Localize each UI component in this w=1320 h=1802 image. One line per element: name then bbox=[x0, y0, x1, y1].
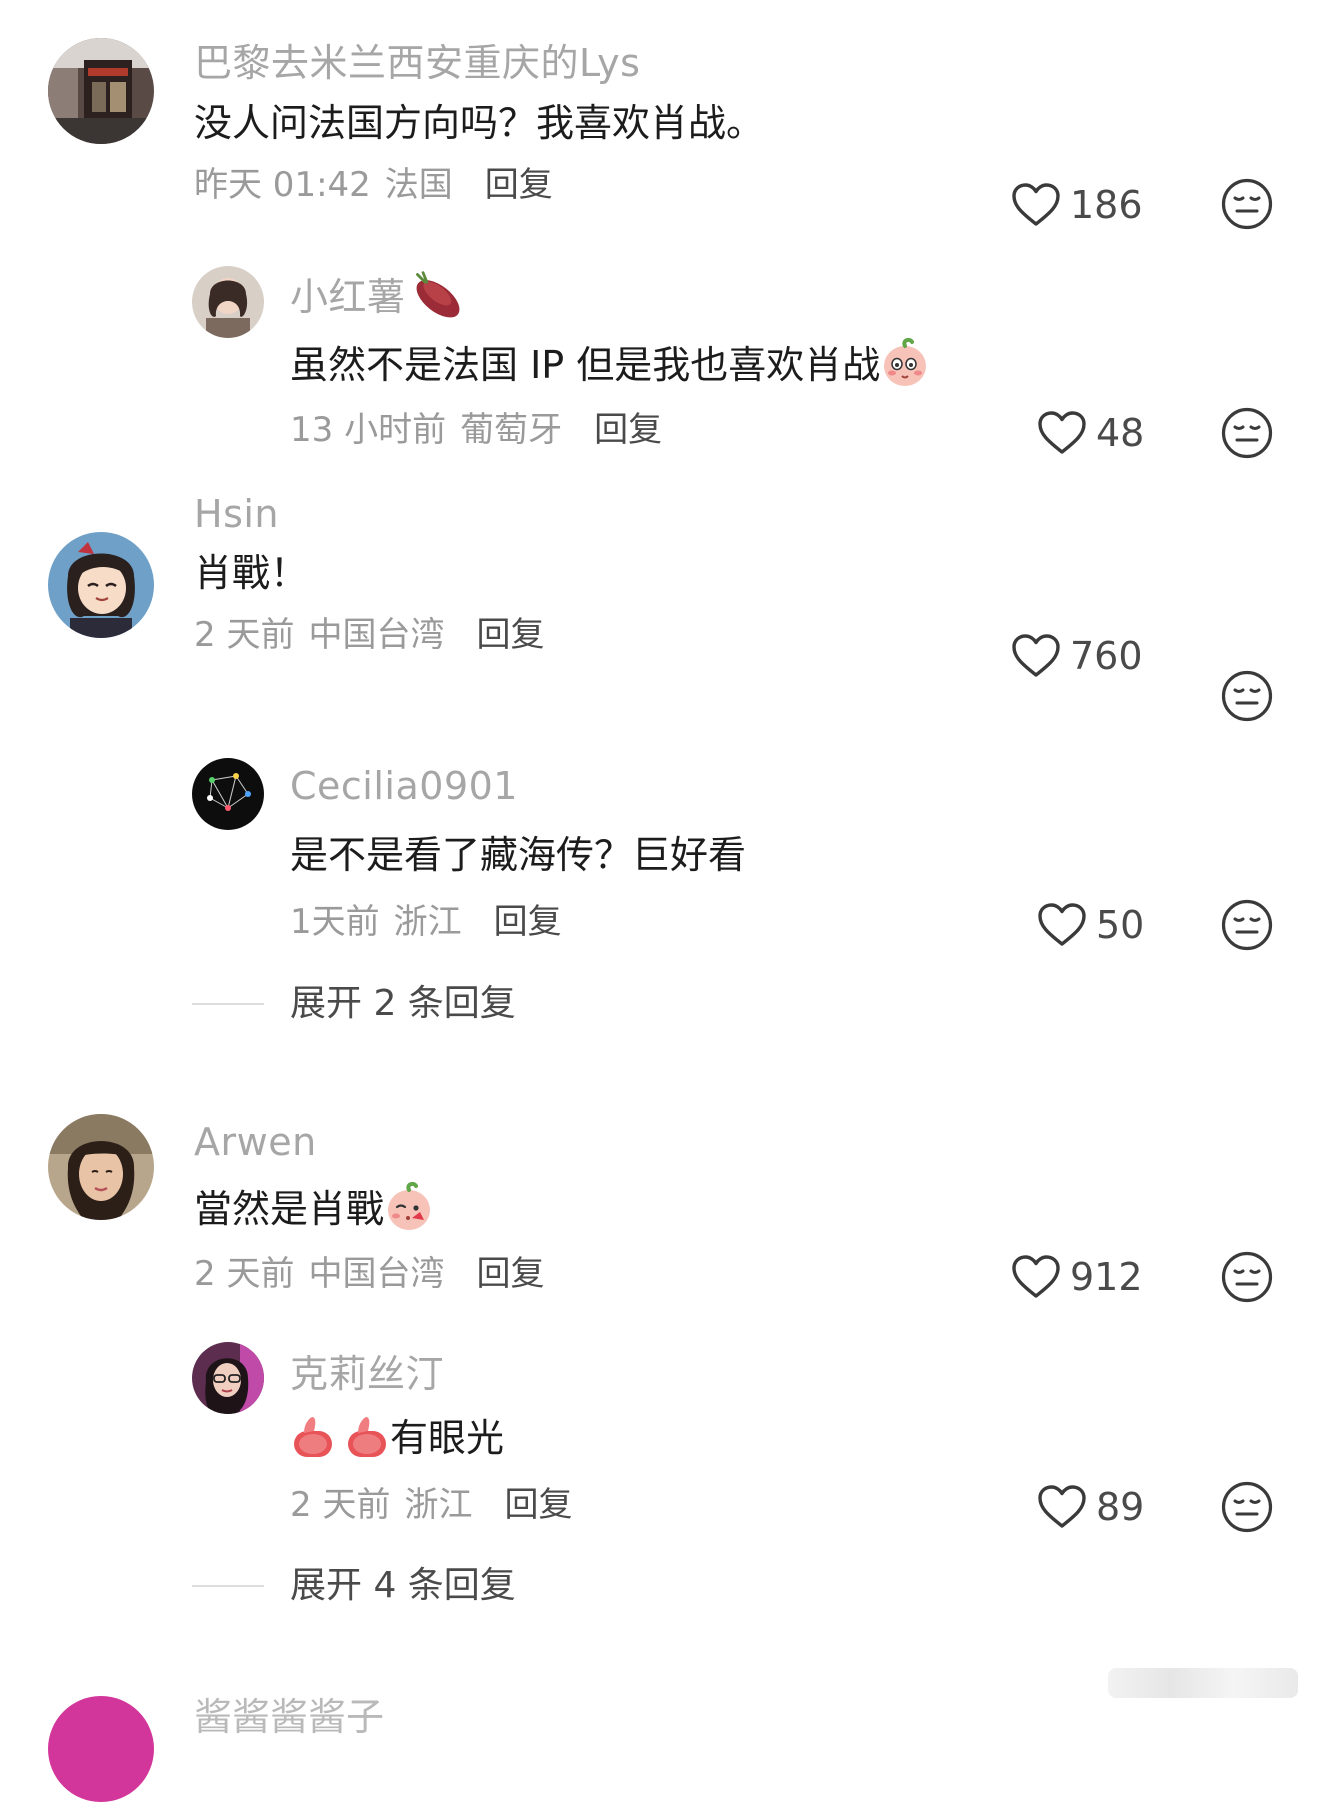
username[interactable]: 小红薯 bbox=[290, 270, 466, 322]
like-button[interactable]: 48 bbox=[1036, 410, 1144, 456]
expand-replies-label: 展开 4 条回复 bbox=[290, 1565, 516, 1606]
username[interactable]: 克莉丝汀 bbox=[290, 1351, 444, 1397]
dislike-button[interactable] bbox=[1220, 1250, 1274, 1304]
like-button[interactable]: 760 bbox=[1010, 633, 1143, 679]
expand-replies-button[interactable]: 展开 2 条回复 bbox=[192, 982, 516, 1026]
comment-meta: 昨天 01:42 法国 回复 bbox=[194, 163, 553, 207]
username[interactable]: Hsin bbox=[194, 491, 279, 537]
reply-button[interactable]: 回复 bbox=[504, 1485, 572, 1525]
meh-face-icon bbox=[1220, 406, 1274, 460]
timestamp: 昨天 01:42 bbox=[194, 165, 371, 205]
reply-meta: 13 小时前 葡萄牙 回复 bbox=[290, 408, 662, 452]
like-button[interactable]: 186 bbox=[1010, 182, 1143, 228]
avatar[interactable] bbox=[48, 38, 154, 144]
like-count: 48 bbox=[1096, 411, 1145, 455]
expand-replies-label: 展开 2 条回复 bbox=[290, 983, 516, 1024]
ip-location: 中国台湾 bbox=[308, 615, 445, 655]
timestamp: 2 天前 bbox=[290, 1485, 391, 1525]
heart-icon bbox=[1010, 182, 1062, 228]
comment-meta: 2 天前 中国台湾 回复 bbox=[194, 1252, 544, 1296]
avatar[interactable] bbox=[48, 1696, 154, 1802]
heart-icon bbox=[1036, 1484, 1088, 1530]
dislike-button[interactable] bbox=[1220, 177, 1274, 231]
username[interactable]: 酱酱酱酱子 bbox=[194, 1694, 384, 1740]
timestamp: 13 小时前 bbox=[290, 410, 447, 450]
thumbs-up-emoji bbox=[290, 1413, 336, 1461]
heart-icon bbox=[1036, 902, 1088, 948]
reply-button[interactable]: 回复 bbox=[476, 615, 544, 655]
heart-icon bbox=[1036, 410, 1088, 456]
avatar[interactable] bbox=[192, 1342, 264, 1414]
ip-location: 浙江 bbox=[404, 1485, 473, 1525]
peach-blush-emoji bbox=[880, 336, 930, 388]
like-count: 50 bbox=[1096, 903, 1145, 947]
reply-button[interactable]: 回复 bbox=[594, 410, 662, 450]
heart-icon bbox=[1010, 1254, 1062, 1300]
timestamp: 2 天前 bbox=[194, 615, 295, 655]
like-button[interactable]: 50 bbox=[1036, 902, 1144, 948]
like-count: 760 bbox=[1070, 634, 1143, 678]
expand-replies-button[interactable]: 展开 4 条回复 bbox=[192, 1564, 516, 1608]
like-count: 89 bbox=[1096, 1485, 1145, 1529]
reply-button[interactable]: 回复 bbox=[485, 165, 553, 205]
ip-location: 葡萄牙 bbox=[460, 410, 563, 450]
meh-face-icon bbox=[1220, 1480, 1274, 1534]
divider bbox=[192, 1585, 264, 1587]
reply-meta: 1天前 浙江 回复 bbox=[290, 900, 562, 944]
dislike-button[interactable] bbox=[1220, 898, 1274, 952]
meh-face-icon bbox=[1220, 177, 1274, 231]
ip-location: 浙江 bbox=[393, 902, 462, 942]
avatar[interactable] bbox=[192, 758, 264, 830]
dislike-button[interactable] bbox=[1220, 406, 1274, 460]
meh-face-icon bbox=[1220, 898, 1274, 952]
reply-text: 是不是看了藏海传？巨好看 bbox=[290, 833, 747, 877]
username[interactable]: Arwen bbox=[194, 1119, 317, 1165]
like-count: 186 bbox=[1070, 183, 1143, 227]
meh-face-icon bbox=[1220, 669, 1274, 723]
like-count: 912 bbox=[1070, 1255, 1143, 1299]
like-button[interactable]: 89 bbox=[1036, 1484, 1144, 1530]
ip-location: 中国台湾 bbox=[308, 1254, 445, 1294]
comment-text: 没人问法国方向吗？我喜欢肖战。 bbox=[194, 101, 765, 145]
divider bbox=[192, 1003, 264, 1005]
comment-text: 肖戰！ bbox=[194, 551, 309, 595]
comment-meta: 2 天前 中国台湾 回复 bbox=[194, 613, 544, 657]
avatar[interactable] bbox=[48, 1114, 154, 1220]
heart-icon bbox=[1010, 633, 1062, 679]
username[interactable]: Cecilia0901 bbox=[290, 763, 518, 809]
timestamp: 2 天前 bbox=[194, 1254, 295, 1294]
timestamp: 1天前 bbox=[290, 902, 380, 942]
reply-text: 有眼光 bbox=[290, 1413, 504, 1462]
avatar[interactable] bbox=[48, 532, 154, 638]
reply-text: 虽然不是法国 IP 但是我也喜欢肖战 bbox=[290, 336, 930, 389]
reply-meta: 2 天前 浙江 回复 bbox=[290, 1483, 572, 1527]
dislike-button[interactable] bbox=[1220, 1480, 1274, 1534]
comment-text: 當然是肖戰 bbox=[194, 1180, 434, 1233]
dislike-button[interactable] bbox=[1220, 669, 1274, 723]
peach-kiss-emoji bbox=[384, 1180, 434, 1232]
reply-button[interactable]: 回复 bbox=[476, 1254, 544, 1294]
scroll-indicator bbox=[1108, 1668, 1298, 1698]
username[interactable]: 巴黎去米兰西安重庆的Lys bbox=[194, 40, 640, 86]
thumbs-up-emoji bbox=[344, 1413, 390, 1461]
sweet-potato-icon bbox=[410, 270, 466, 322]
meh-face-icon bbox=[1220, 1250, 1274, 1304]
reply-button[interactable]: 回复 bbox=[494, 902, 562, 942]
ip-location: 法国 bbox=[384, 165, 453, 205]
like-button[interactable]: 912 bbox=[1010, 1254, 1143, 1300]
avatar[interactable] bbox=[192, 266, 264, 338]
